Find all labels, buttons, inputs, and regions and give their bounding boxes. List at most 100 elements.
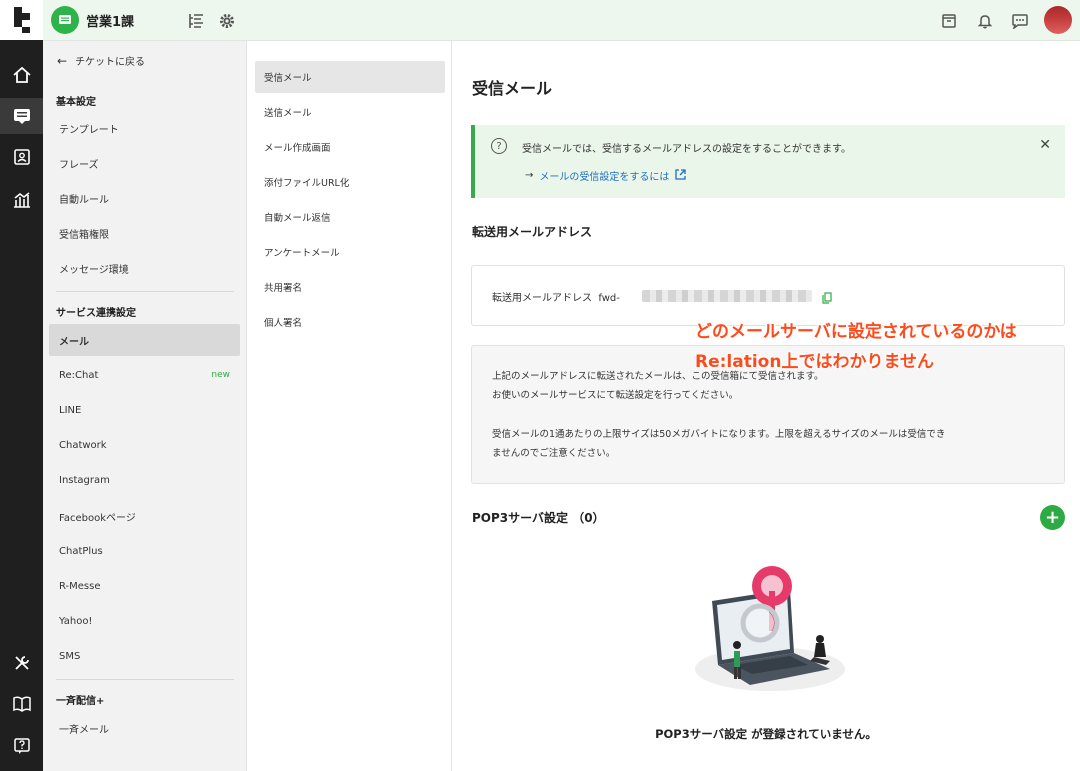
mail-setup-help-link[interactable]: → メールの受信設定をするには [525, 168, 687, 183]
sidebar-item-auto-rule[interactable]: 自動ルール [49, 182, 240, 214]
annotation-line-1: どのメールサーバに設定されているのかは [695, 322, 1017, 342]
sidebar-item-label: 受信箱権限 [59, 229, 109, 241]
sidebar-item-label: ChatPlus [59, 545, 103, 557]
sidebar-item-label: フレーズ [59, 159, 99, 171]
arrow-left-icon: ← [57, 53, 68, 68]
add-pop3-button[interactable]: + [1040, 505, 1065, 530]
sidebar-item-mail[interactable]: メール [49, 324, 240, 356]
sidebar-item-rechat[interactable]: Re:Chat new [49, 359, 240, 391]
arrow-right-icon: → [525, 170, 534, 181]
sidebar-item-inbox-permission[interactable]: 受信箱権限 [49, 217, 240, 249]
info-banner: ? 受信メールでは、受信するメールアドレスの設定をすることができます。 → メー… [471, 125, 1065, 198]
copy-icon[interactable] [822, 289, 832, 304]
submenu-label: 自動メール返信 [264, 213, 331, 224]
app-rail [0, 0, 43, 771]
sidebar-item-yahoo[interactable]: Yahoo! [49, 605, 240, 637]
help-icon[interactable] [0, 728, 43, 764]
sidebar-item-label: 自動ルール [59, 194, 109, 206]
sidebar-item-label: 一斉メール [59, 724, 109, 736]
sidebar-item-template[interactable]: テンプレート [49, 112, 240, 144]
sidebar-item-sms[interactable]: SMS [49, 640, 240, 672]
description-line: お使いのメールサービスにて転送設定を行ってください。 [492, 390, 739, 401]
annotation-line-2: Re:lation上ではわかりません [695, 352, 934, 372]
section-heading-broadcast: 一斉配信+ [56, 696, 105, 707]
main-content: 受信メール ? 受信メールでは、受信するメールアドレスの設定をすることができます… [452, 41, 1080, 771]
page-title: 受信メール [472, 79, 553, 98]
submenu-item-attachment-url[interactable]: 添付ファイルURL化 [255, 166, 445, 198]
help-link-text: メールの受信設定をするには [539, 172, 670, 183]
gear-icon[interactable] [216, 10, 238, 32]
home-icon[interactable] [0, 57, 43, 93]
submenu-label: アンケートメール [264, 248, 340, 259]
empty-state-message: POP3サーバ設定 が登録されていません。 [655, 727, 877, 741]
sidebar-item-chatwork[interactable]: Chatwork [49, 429, 240, 461]
submenu-item-shared-signature[interactable]: 共用署名 [255, 271, 445, 303]
top-bar: 営業1課 [43, 0, 1080, 41]
redacted-address [642, 290, 812, 302]
submenu-item-auto-reply[interactable]: 自動メール返信 [255, 201, 445, 233]
user-avatar[interactable] [1044, 6, 1072, 34]
submenu-item-compose[interactable]: メール作成画面 [255, 131, 445, 163]
submenu-label: 送信メール [264, 108, 312, 119]
settings-sidebar: ← チケットに戻る 基本設定 テンプレート フレーズ 自動ルール 受信箱権限 メ… [43, 41, 247, 771]
sidebar-item-label: メール [59, 336, 89, 348]
layout-toggle-icon[interactable] [185, 10, 207, 32]
ticket-icon[interactable] [0, 98, 43, 134]
divider [56, 291, 234, 292]
contacts-icon[interactable] [0, 139, 43, 175]
sidebar-item-label: テンプレート [59, 124, 119, 136]
team-inbox-icon [51, 6, 79, 34]
forward-address-heading: 転送用メールアドレス [472, 225, 593, 239]
new-badge: new [211, 370, 230, 380]
submenu-label: 共用署名 [264, 283, 303, 294]
sidebar-item-r-messe[interactable]: R-Messe [49, 570, 240, 602]
sidebar-item-label: LINE [59, 404, 82, 416]
pop3-heading: POP3サーバ設定 （0） [472, 511, 605, 525]
submenu-item-outgoing[interactable]: 送信メール [255, 96, 445, 128]
info-message: 受信メールでは、受信するメールアドレスの設定をすることができます。 [522, 144, 851, 155]
archive-icon[interactable] [938, 10, 960, 32]
bell-icon[interactable] [974, 10, 996, 32]
submenu-label: 個人署名 [264, 318, 303, 329]
sidebar-item-label: R-Messe [59, 580, 101, 592]
section-heading-basic: 基本設定 [56, 97, 96, 108]
app-logo[interactable] [0, 0, 43, 40]
submenu-label: 受信メール [264, 73, 312, 84]
chat-icon[interactable] [1009, 10, 1031, 32]
sidebar-item-line[interactable]: LINE [49, 394, 240, 426]
manual-book-icon[interactable] [0, 686, 43, 722]
sidebar-item-label: SMS [59, 650, 81, 662]
section-heading-service: サービス連携設定 [56, 308, 136, 319]
sidebar-item-facebook[interactable]: Facebookページ [49, 500, 240, 532]
sidebar-item-broadcast-mail[interactable]: 一斉メール [49, 712, 240, 744]
sidebar-item-label: Re:Chat [59, 369, 99, 381]
sidebar-item-label: Yahoo! [59, 615, 93, 627]
divider [56, 679, 234, 680]
submenu-label: メール作成画面 [264, 143, 331, 154]
sidebar-item-chatplus[interactable]: ChatPlus [49, 535, 240, 567]
sidebar-item-label: Instagram [59, 474, 110, 486]
sidebar-item-label: Facebookページ [59, 512, 136, 524]
empty-state-illustration [690, 561, 850, 691]
mail-submenu: 受信メール 送信メール メール作成画面 添付ファイルURL化 自動メール返信 ア… [247, 41, 452, 771]
question-icon: ? [491, 138, 507, 154]
analytics-icon[interactable] [0, 182, 43, 218]
submenu-item-personal-signature[interactable]: 個人署名 [255, 306, 445, 338]
submenu-item-survey[interactable]: アンケートメール [255, 236, 445, 268]
forward-address-field: 転送用メールアドレス fwd- [492, 289, 620, 304]
submenu-item-incoming[interactable]: 受信メール [255, 61, 445, 93]
tools-icon[interactable] [0, 645, 43, 681]
sidebar-item-message-env[interactable]: メッセージ環境 [49, 252, 240, 284]
team-name[interactable]: 営業1課 [86, 11, 134, 30]
back-label: チケットに戻る [75, 57, 146, 68]
description-line: ませんのでご注意ください。 [492, 448, 616, 459]
forward-address-value[interactable]: fwd- [598, 293, 619, 304]
sidebar-item-phrase[interactable]: フレーズ [49, 147, 240, 179]
back-to-ticket-link[interactable]: ← チケットに戻る [57, 53, 146, 69]
close-icon[interactable]: ✕ [1039, 137, 1051, 153]
external-link-icon [675, 168, 687, 183]
submenu-label: 添付ファイルURL化 [264, 178, 350, 189]
sidebar-item-label: メッセージ環境 [59, 264, 129, 276]
sidebar-item-instagram[interactable]: Instagram [49, 464, 240, 496]
sidebar-item-label: Chatwork [59, 439, 107, 451]
